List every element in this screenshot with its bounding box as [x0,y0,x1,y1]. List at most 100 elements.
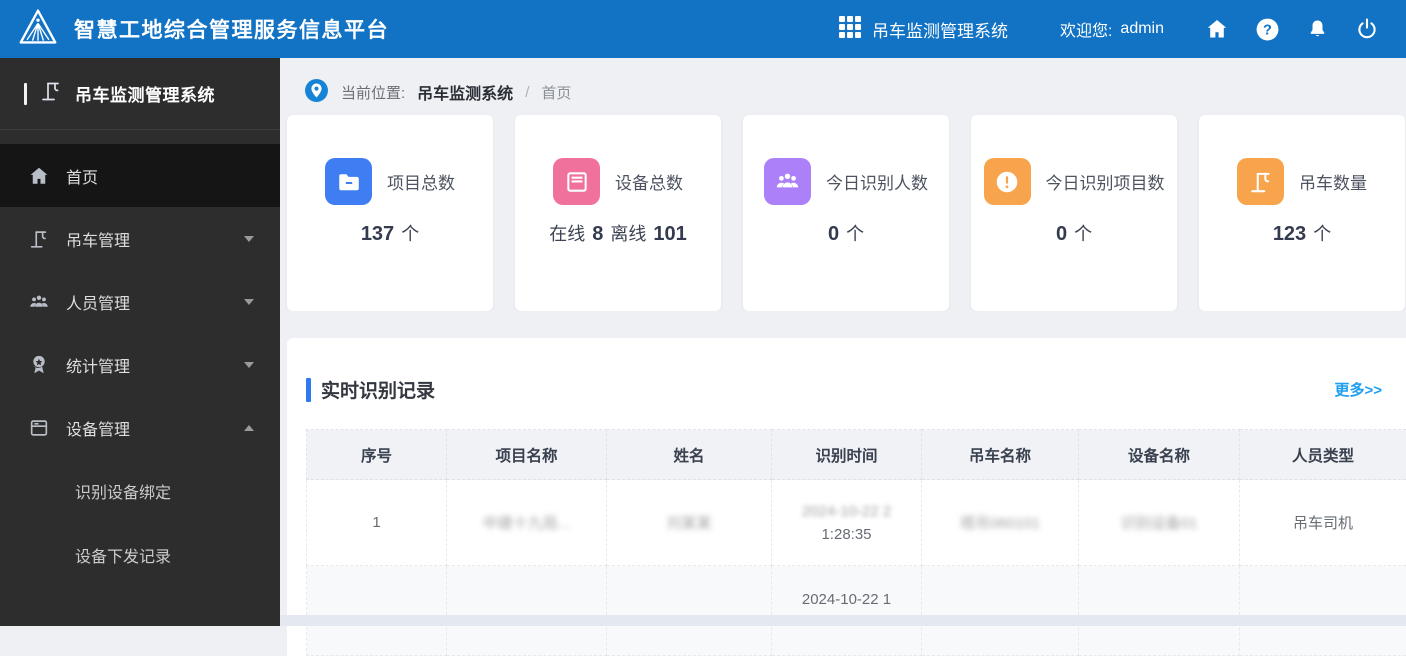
stat-value: 0 [1056,223,1067,246]
cell-index: 1 [307,480,447,566]
divider [24,83,27,105]
col-recognition-time: 识别时间 [772,430,922,480]
stat-card-label: 设备总数 [615,169,683,194]
col-project-name: 项目名称 [447,430,607,480]
sidebar-item-crane-management[interactable]: 吊车管理 [0,207,280,270]
col-crane-name: 吊车名称 [922,430,1079,480]
crane-icon [1237,158,1284,205]
col-person-type: 人员类型 [1240,430,1406,480]
help-icon[interactable]: ? [1242,9,1292,49]
stat-card-label: 项目总数 [387,169,455,194]
stat-card-devices: 设备总数 在线 8 离线 101 [515,115,721,311]
stat-card-value: 0 个 [1056,220,1092,246]
table-row: 1 中建十九局... 刘某某 2024-10-22 2 1:28:35 塔吊06… [307,480,1406,566]
chevron-down-icon [244,362,254,368]
breadcrumb: 当前位置: 吊车监测系统 / 首页 [280,58,1406,106]
section-title: 实时识别记录 [306,376,435,403]
cell-person-type [1240,566,1406,656]
username: admin [1120,20,1164,38]
server-icon [553,158,600,205]
stat-card-value: 137 个 [361,220,419,246]
sidebar-system-title: 吊车监测管理系统 [0,58,280,130]
location-pin-icon [304,78,329,107]
sidebar-item-home[interactable]: 首页 [0,144,280,207]
stat-card-label: 吊车数量 [1299,169,1367,194]
stat-card-label: 今日识别人数 [826,169,928,194]
col-device-name: 设备名称 [1079,430,1240,480]
people-icon [28,291,50,313]
title-accent-bar [306,378,311,402]
sidebar-subitem-label: 识别设备绑定 [75,479,171,503]
breadcrumb-root: 吊车监测系统 [417,80,513,104]
offline-value: 101 [653,223,686,246]
cell-recognition-time: 2024-10-22 1 [772,566,922,656]
platform-title: 智慧工地综合管理服务信息平台 [74,14,389,44]
sidebar-item-personnel-management[interactable]: 人员管理 [0,270,280,333]
stat-card-value: 123 个 [1273,220,1331,246]
col-index: 序号 [307,430,447,480]
cell-crane-name: 塔吊060101 [922,480,1079,566]
stat-card-value: 0 个 [828,220,864,246]
alert-icon [984,158,1031,205]
cell-index [307,566,447,656]
welcome-label: 欢迎您: [1060,17,1112,41]
home-icon [28,165,50,187]
crane-icon [39,79,63,108]
col-person-name: 姓名 [607,430,772,480]
breadcrumb-separator: / [525,84,529,101]
top-header: 智慧工地综合管理服务信息平台 吊车监测管理系统 欢迎您: admin ? [0,0,1406,58]
online-value: 8 [592,223,603,246]
medal-icon [28,354,50,376]
platform-logo-icon [18,8,58,51]
sidebar: 吊车监测管理系统 首页 吊车管理 [0,58,280,626]
stat-card-cranes: 吊车数量 123 个 [1199,115,1405,311]
sidebar-subitem-device-binding[interactable]: 识别设备绑定 [0,459,280,523]
sidebar-item-statistics-management[interactable]: 统计管理 [0,333,280,396]
bottom-scroll-strip [280,615,1406,626]
cell-project-name [447,566,607,656]
realtime-records-panel: 实时识别记录 更多>> 序号 项目名称 姓名 识别时间 吊车名称 设备名称 人员… [287,338,1406,656]
sidebar-subitem-label: 设备下发记录 [75,543,171,567]
chevron-down-icon [244,236,254,242]
grid-apps-icon [838,15,862,44]
cell-device-name: 识别设备01 [1079,480,1240,566]
sidebar-item-label: 设备管理 [66,416,130,440]
app-switcher[interactable]: 吊车监测管理系统 [838,15,1008,44]
people-icon [764,158,811,205]
stat-cards-row: 项目总数 137 个 设备总数 在线 8 离线 101 [280,106,1406,311]
stat-card-label: 今日识别项目数 [1046,169,1165,194]
sidebar-item-label: 统计管理 [66,353,130,377]
table-header-row: 序号 项目名称 姓名 识别时间 吊车名称 设备名称 人员类型 [307,430,1406,480]
online-label: 在线 [549,220,585,246]
cell-person-name: 刘某某 [607,480,772,566]
section-title-text: 实时识别记录 [321,376,435,403]
more-link[interactable]: 更多>> [1334,379,1382,400]
offline-label: 离线 [610,220,646,246]
device-icon [28,417,50,439]
breadcrumb-current: 首页 [541,82,571,103]
svg-text:?: ? [1263,22,1272,38]
stat-value: 0 [828,223,839,246]
sidebar-item-device-management[interactable]: 设备管理 [0,396,280,459]
platform-logo-wrap: 智慧工地综合管理服务信息平台 [0,8,389,51]
stat-card-today-projects: 今日识别项目数 0 个 [971,115,1177,311]
home-icon[interactable] [1192,9,1242,49]
power-icon[interactable] [1342,9,1392,49]
chevron-down-icon [244,299,254,305]
bell-icon[interactable] [1292,9,1342,49]
stat-card-today-people: 今日识别人数 0 个 [743,115,949,311]
sidebar-item-label: 吊车管理 [66,227,130,251]
breadcrumb-prefix: 当前位置: [341,82,405,103]
stat-unit: 个 [1074,220,1092,246]
stat-value: 137 [361,223,394,246]
sidebar-subitem-device-dispatch-records[interactable]: 设备下发记录 [0,523,280,587]
table-row: 2024-10-22 1 [307,566,1406,656]
chevron-up-icon [244,425,254,431]
stat-card-projects: 项目总数 137 个 [287,115,493,311]
current-system-name: 吊车监测管理系统 [872,17,1008,42]
sidebar-submenu: 识别设备绑定 设备下发记录 [0,459,280,587]
sidebar-item-label: 人员管理 [66,290,130,314]
stat-unit: 个 [1313,220,1331,246]
sidebar-title-text: 吊车监测管理系统 [75,81,215,106]
stat-unit: 个 [401,220,419,246]
